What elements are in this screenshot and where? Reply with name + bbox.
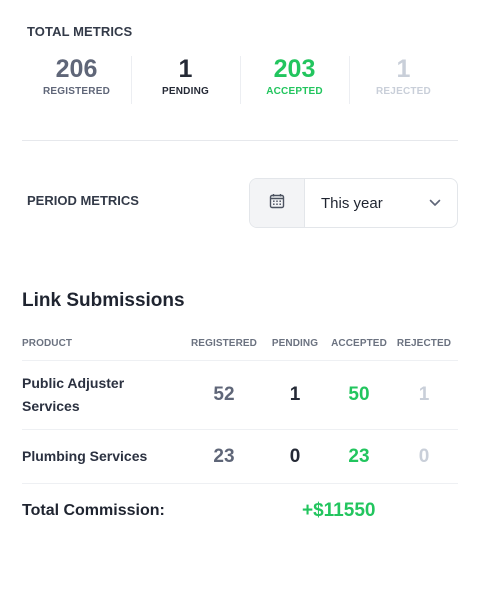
metric-accepted-value: 203 [273, 55, 316, 83]
metric-pending-value: 1 [178, 55, 193, 83]
metric-accepted-label: ACCEPTED [266, 86, 323, 97]
period-metrics-title: PERIOD METRICS [27, 193, 139, 208]
product-name-line1: Public Adjuster [22, 375, 125, 391]
header-registered: REGISTERED [190, 337, 257, 349]
cell-rejected: 0 [418, 445, 430, 467]
section-divider [22, 140, 458, 141]
metric-pending-label: PENDING [162, 86, 209, 97]
header-pending: PENDING [271, 337, 319, 349]
total-commission-row: Total Commission: +$11550 [22, 484, 458, 538]
header-accepted: ACCEPTED [331, 337, 387, 349]
total-commission-value: +$11550 [302, 500, 376, 521]
cell-accepted: 50 [348, 384, 370, 405]
cell-pending: 0 [289, 445, 301, 467]
period-select[interactable]: This year [249, 178, 458, 228]
total-metrics-row: 206 REGISTERED 1 PENDING 203 ACCEPTED 1 … [22, 54, 458, 106]
chevron-down-icon [413, 179, 457, 227]
link-submissions-table: PRODUCT REGISTERED PENDING ACCEPTED REJE… [22, 326, 458, 538]
calendar-button[interactable] [250, 179, 305, 227]
table-row: Public Adjuster Services 52 1 50 1 [22, 361, 458, 430]
metric-accepted: 203 ACCEPTED [240, 54, 349, 106]
metric-registered: 206 REGISTERED [22, 54, 131, 106]
header-rejected: REJECTED [396, 337, 452, 349]
cell-registered: 52 [213, 384, 235, 405]
metric-rejected-label: REJECTED [376, 86, 431, 97]
metric-rejected-value: 1 [396, 55, 411, 83]
product-name: Plumbing Services [22, 448, 148, 464]
period-select-value: This year [321, 194, 383, 212]
metric-registered-value: 206 [55, 55, 98, 83]
product-name-line2: Services [22, 398, 80, 414]
table-row: Plumbing Services 23 0 23 0 [22, 430, 458, 484]
cell-registered: 23 [213, 445, 235, 467]
cell-accepted: 23 [348, 445, 370, 467]
cell-pending: 1 [289, 384, 301, 405]
cell-rejected: 1 [418, 384, 430, 405]
calendar-icon [269, 193, 285, 214]
total-commission-label: Total Commission: [22, 502, 165, 519]
metric-registered-label: REGISTERED [42, 86, 110, 97]
metric-rejected: 1 REJECTED [349, 54, 458, 106]
header-product: PRODUCT [22, 337, 73, 349]
total-metrics-title: TOTAL METRICS [27, 24, 133, 39]
link-submissions-title: Link Submissions [22, 290, 185, 311]
metric-pending: 1 PENDING [131, 54, 240, 106]
table-header: PRODUCT REGISTERED PENDING ACCEPTED REJE… [22, 326, 458, 361]
product-name: Public Adjuster Services [22, 372, 186, 418]
